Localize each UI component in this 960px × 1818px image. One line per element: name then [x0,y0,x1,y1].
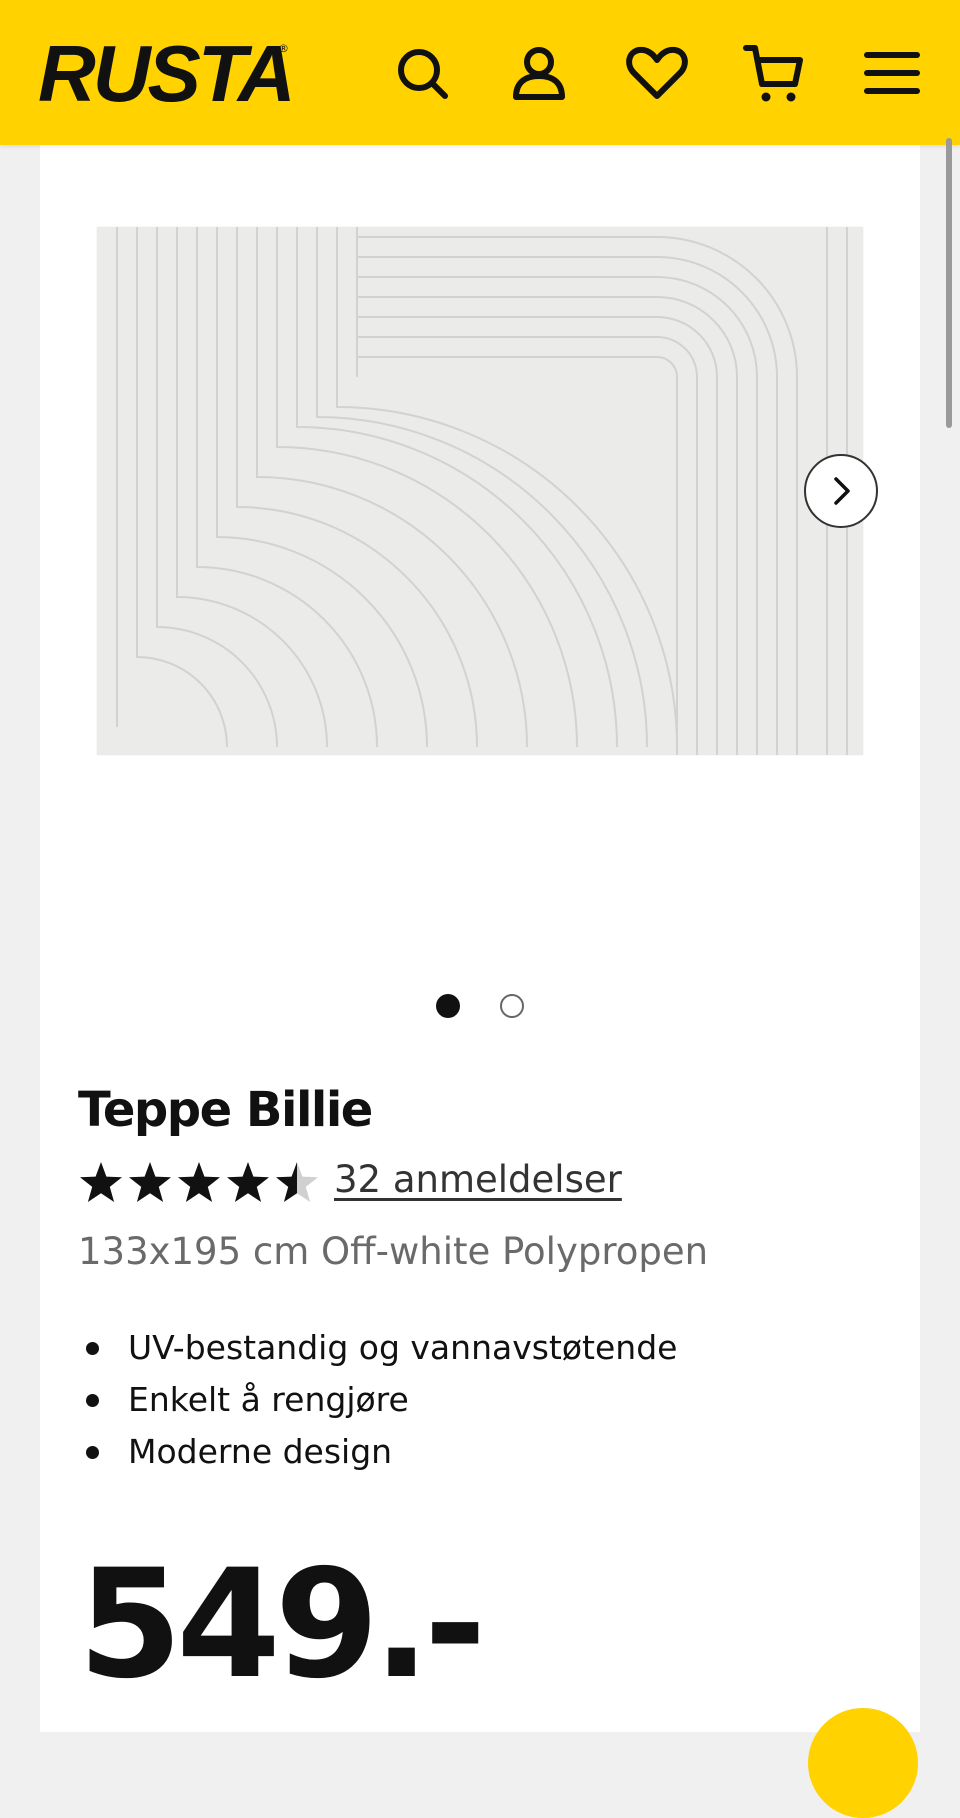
feature-item: Moderne design [78,1426,677,1478]
reviews-link[interactable]: 32 anmeldelser [334,1158,622,1201]
gallery-dot-1[interactable] [436,994,460,1018]
feature-text: Enkelt å rengjøre [128,1380,409,1419]
gallery-dot-2[interactable] [500,994,524,1018]
menu-icon[interactable] [859,40,925,106]
bullet [86,1394,99,1407]
account-icon[interactable] [506,40,572,106]
product-image[interactable] [97,227,863,755]
feature-item: Enkelt å rengjøre [78,1374,677,1426]
feature-text: Moderne design [128,1432,393,1471]
chevron-right-icon [834,477,850,505]
star-icon [276,1162,318,1202]
star-icon [227,1162,269,1202]
feature-list: UV-bestandig og vannavstøtende Enkelt å … [78,1322,677,1478]
feature-item: UV-bestandig og vannavstøtende [78,1322,677,1374]
star-icon [80,1162,122,1202]
rusta-logo[interactable]: RUSTA [38,26,296,121]
gallery-next-button[interactable] [804,454,878,528]
search-icon[interactable] [389,40,455,106]
product-price: 549.- [78,1538,486,1712]
bullet [86,1342,99,1355]
product-title: Teppe Billie [78,1082,373,1138]
registered-mark: ® [278,42,289,55]
star-icon [129,1162,171,1202]
product-variant: 133x195 cm Off-white Polypropen [78,1230,709,1273]
star-icon [178,1162,220,1202]
bullet [86,1446,99,1459]
feature-text: UV-bestandig og vannavstøtende [128,1328,678,1367]
heart-icon[interactable] [624,40,690,106]
cart-icon[interactable] [742,40,808,106]
chat-button[interactable] [808,1708,918,1818]
page-scrollbar[interactable] [946,138,952,428]
rating-stars [80,1162,318,1202]
site-header: RUSTA ® [0,0,960,145]
